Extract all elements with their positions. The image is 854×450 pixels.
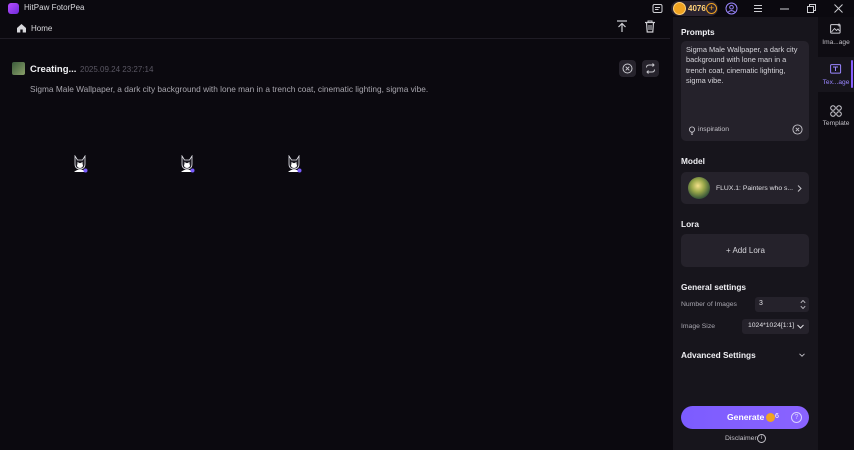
rail-label: Tex...age (822, 79, 850, 86)
title-bar: HitPaw FotorPea 4076 + (0, 0, 854, 17)
upload-icon[interactable] (616, 20, 628, 33)
rail-item-template[interactable]: Template (818, 103, 854, 133)
help-icon[interactable]: ? (791, 412, 802, 423)
rail-label: Template (822, 120, 850, 127)
image-size-label: Image Size (681, 323, 716, 330)
coin-icon (766, 413, 775, 422)
image-slot-1 (30, 113, 130, 213)
account-icon[interactable] (725, 2, 738, 15)
close-icon[interactable] (834, 4, 843, 13)
info-icon[interactable]: i (757, 434, 766, 443)
image-slot-2 (137, 113, 237, 213)
rail-label: Ima...age (822, 39, 850, 46)
rail-item-image-to-image[interactable]: Ima...age (818, 20, 854, 50)
restore-icon[interactable] (807, 4, 816, 13)
stepper-arrows-icon[interactable] (800, 299, 806, 310)
home-link[interactable]: Home (31, 24, 52, 33)
loading-mascot-icon (286, 155, 302, 173)
prompt-text: Sigma Male Wallpaper, a dark city backgr… (686, 45, 798, 85)
chevron-right-icon (797, 185, 802, 192)
image-slot-3 (244, 113, 344, 213)
menu-icon[interactable] (753, 4, 763, 13)
model-title: Model (681, 156, 705, 166)
template-icon (830, 105, 842, 117)
image-icon (830, 23, 842, 34)
chevron-down-icon (797, 324, 804, 329)
cancel-task-button[interactable] (619, 60, 636, 77)
clear-prompt-icon[interactable] (792, 124, 803, 135)
chevron-down-icon[interactable] (799, 353, 805, 357)
rail-item-text-to-image[interactable]: Tex...age (818, 60, 854, 90)
disclaimer-link[interactable]: Disclaimer (725, 435, 757, 442)
num-images-label: Number of Images (681, 301, 737, 308)
home-icon[interactable] (16, 23, 27, 33)
model-name: FLUX.1: Painters who s... (716, 185, 794, 192)
advanced-settings-title[interactable]: Advanced Settings (681, 350, 756, 360)
app-title: HitPaw FotorPea (24, 3, 85, 12)
credits-count: 4076 (688, 4, 706, 13)
coin-icon (673, 2, 686, 15)
inspiration-button[interactable]: inspiration (698, 126, 729, 133)
loading-mascot-icon (72, 155, 88, 173)
lora-title: Lora (681, 219, 699, 229)
trash-icon[interactable] (644, 20, 656, 33)
task-thumbnail (12, 62, 25, 75)
num-images-value: 3 (759, 300, 763, 307)
lightbulb-icon[interactable] (688, 126, 696, 135)
nav-divider (0, 38, 670, 39)
add-credits-icon[interactable]: + (706, 3, 717, 14)
general-settings-title: General settings (681, 282, 747, 292)
prompts-title: Prompts (681, 27, 715, 37)
loading-mascot-icon (179, 155, 195, 173)
regenerate-button[interactable] (642, 60, 659, 77)
task-timestamp: 2025.09.24 23:27:14 (80, 65, 154, 74)
app-logo-icon (8, 3, 19, 14)
minimize-icon[interactable] (780, 8, 789, 10)
feedback-icon[interactable] (652, 3, 663, 14)
generate-label: Generate (727, 412, 765, 422)
task-status: Creating... (30, 64, 77, 75)
text-to-image-icon (830, 63, 842, 74)
add-lora-label: + Add Lora (726, 246, 765, 255)
generate-cost: 6 (775, 413, 779, 420)
model-thumbnail (688, 177, 710, 199)
image-size-value: 1024*1024[1:1] (748, 322, 795, 329)
task-prompt: Sigma Male Wallpaper, a dark city backgr… (30, 84, 429, 94)
